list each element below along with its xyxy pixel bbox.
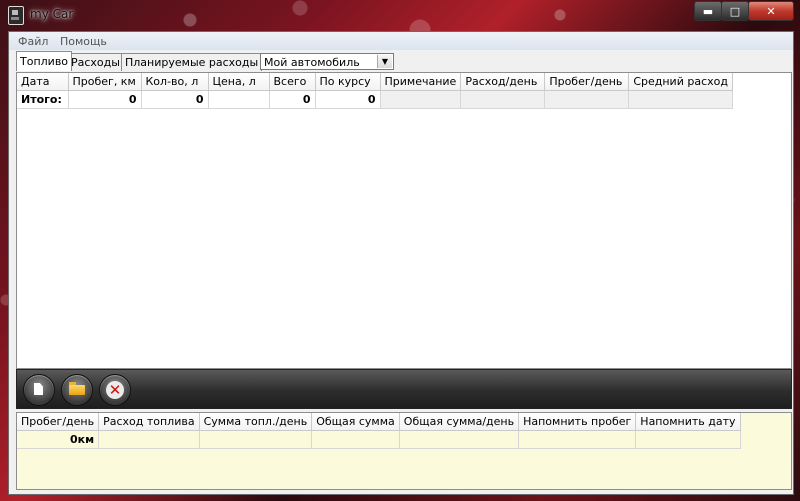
fuel-grid[interactable]: Дата Пробег, км Кол-во, л Цена, л Всего По ку… <box>16 72 792 369</box>
new-record-button[interactable] <box>23 374 55 406</box>
client-area: Файл Помощь Топливо Расходы Планируемые … <box>8 31 794 495</box>
fuel-column-header-4[interactable]: Всего <box>269 73 316 91</box>
fuel-total-cell-4: 0 <box>269 90 316 109</box>
vehicle-select[interactable]: Мой автомобиль ▼ <box>260 53 394 70</box>
fuel-total-cell-2: 0 <box>141 90 209 109</box>
window-frame: my Car ▬ □ ✕ Файл Помощь Топливо Расходы… <box>0 0 800 501</box>
fuel-column-header-0[interactable]: Дата <box>17 73 69 91</box>
close-icon[interactable]: ✕ <box>748 1 794 21</box>
action-toolbar: ✕ <box>16 369 792 409</box>
fuel-total-cell-0: Итого: <box>17 90 69 109</box>
summary-column-header-6[interactable]: Напомнить дату <box>635 413 741 431</box>
fuel-total-cell-8 <box>544 90 630 109</box>
delete-icon: ✕ <box>106 381 124 399</box>
summary-column-header-5[interactable]: Напомнить пробег <box>518 413 637 431</box>
fuel-column-header-2[interactable]: Кол-во, л <box>141 73 209 91</box>
menu-help[interactable]: Помощь <box>60 35 107 48</box>
summary-cell-1 <box>98 430 200 449</box>
delete-button[interactable]: ✕ <box>99 374 131 406</box>
fuel-total-cell-5: 0 <box>315 90 381 109</box>
tab-fuel[interactable]: Топливо <box>16 51 73 71</box>
fuel-table: Дата Пробег, км Кол-во, л Цена, л Всего По ку… <box>17 73 733 109</box>
caption-buttons: ▬ □ ✕ <box>694 1 794 21</box>
vehicle-select-value: Мой автомобиль <box>264 56 360 69</box>
fuel-column-header-6[interactable]: Примечание <box>380 73 462 91</box>
fuel-total-cell-6 <box>380 90 462 109</box>
fuel-column-header-5[interactable]: По курсу <box>315 73 381 91</box>
summary-cell-0: 0км <box>17 430 100 449</box>
summary-cell-2 <box>199 430 313 449</box>
summary-column-header-3[interactable]: Общая сумма <box>311 413 400 431</box>
fuel-column-header-7[interactable]: Расход/день <box>460 73 546 91</box>
open-folder-icon <box>69 382 85 395</box>
menu-bar: Файл Помощь <box>9 32 793 50</box>
fuel-total-cell-1: 0 <box>68 90 142 109</box>
title-bar[interactable]: my Car ▬ □ ✕ <box>0 0 800 30</box>
summary-column-header-4[interactable]: Общая сумма/день <box>399 413 520 431</box>
tab-expenses[interactable]: Расходы <box>67 53 124 71</box>
summary-cell-6 <box>635 430 741 449</box>
fuel-total-cell-9 <box>628 90 733 109</box>
summary-column-header-2[interactable]: Сумма топл./день <box>199 413 313 431</box>
window-title: my Car <box>30 7 74 21</box>
new-document-icon <box>34 383 43 395</box>
fuel-total-cell-3 <box>208 90 270 109</box>
maximize-icon[interactable]: □ <box>721 1 749 21</box>
fuel-column-header-1[interactable]: Пробег, км <box>68 73 142 91</box>
summary-grid[interactable]: Пробег/день Расход топлива Сумма топл./ден… <box>16 412 792 490</box>
summary-row[interactable]: 0км <box>17 430 741 449</box>
open-button[interactable] <box>61 374 93 406</box>
totals-row[interactable]: Итого: 0 0 0 0 <box>17 90 733 109</box>
summary-column-header-0[interactable]: Пробег/день <box>17 413 100 431</box>
minimize-icon[interactable]: ▬ <box>694 1 722 21</box>
summary-cell-5 <box>518 430 637 449</box>
fuel-total-cell-7 <box>460 90 546 109</box>
summary-cell-4 <box>399 430 520 449</box>
summary-table: Пробег/день Расход топлива Сумма топл./ден… <box>17 413 741 449</box>
summary-column-header-1[interactable]: Расход топлива <box>98 413 200 431</box>
fuel-column-header-8[interactable]: Пробег/день <box>544 73 630 91</box>
chevron-down-icon[interactable]: ▼ <box>377 55 392 68</box>
menu-file[interactable]: Файл <box>18 35 48 48</box>
fuel-column-header-3[interactable]: Цена, л <box>208 73 270 91</box>
tab-planned-expenses[interactable]: Планируемые расходы <box>121 53 263 71</box>
car-app-icon <box>8 6 24 25</box>
fuel-column-header-9[interactable]: Средний расход <box>628 73 733 91</box>
summary-cell-3 <box>311 430 400 449</box>
